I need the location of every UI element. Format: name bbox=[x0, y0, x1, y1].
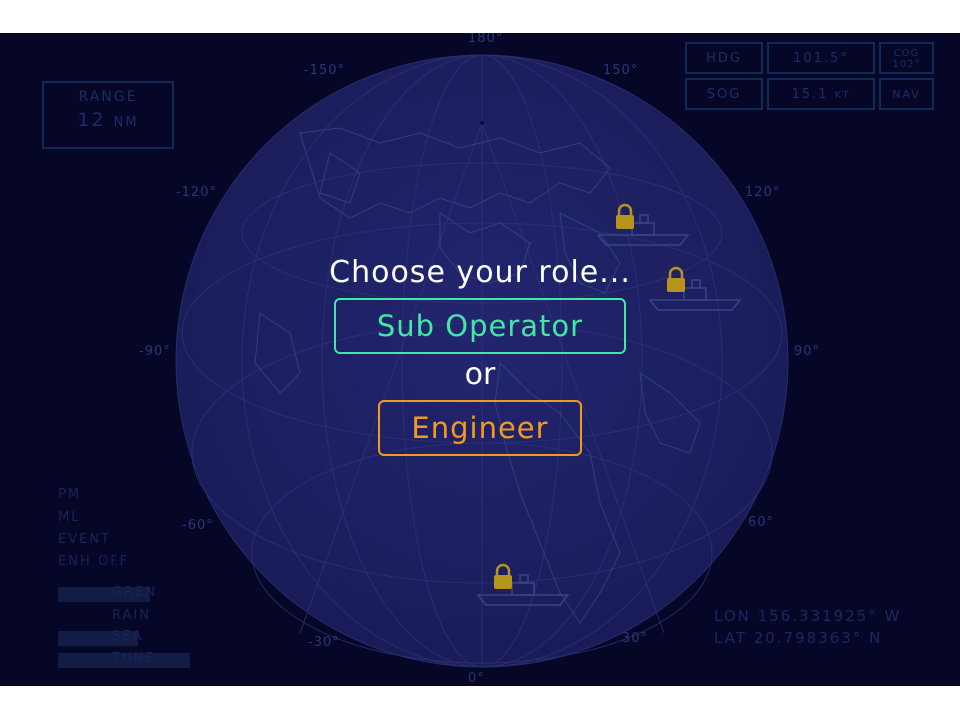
sog-label-box: SOG bbox=[685, 78, 763, 110]
sog-label: SOG bbox=[706, 87, 742, 102]
range-panel: RANGE 12 NM bbox=[42, 81, 174, 149]
nav-button[interactable]: NAV bbox=[879, 78, 934, 110]
angle-label: 0° bbox=[468, 671, 485, 686]
cog-box: COG 102° bbox=[879, 42, 934, 74]
angle-label: 180° bbox=[468, 33, 504, 46]
latitude-readout: LAT 20.798363° N bbox=[714, 629, 883, 647]
angle-label: -150° bbox=[304, 63, 346, 78]
angle-label: 30° bbox=[622, 631, 649, 646]
hdg-value-box: 101.5° bbox=[767, 42, 875, 74]
range-readout: 12 NM bbox=[44, 109, 172, 131]
angle-label: -120° bbox=[176, 185, 218, 200]
nav-label: NAV bbox=[892, 88, 921, 101]
game-screen: RANGE 12 NM HDG 101.5° COG 102° SOG 15.1… bbox=[0, 33, 960, 686]
gren-label: GREN bbox=[112, 585, 158, 600]
side-menu-item[interactable]: PM bbox=[58, 487, 81, 502]
hdg-value: 101.5° bbox=[793, 51, 849, 66]
role-prompt-title: Choose your role... bbox=[329, 255, 631, 290]
rain-label: RAIN bbox=[112, 608, 151, 623]
angle-label: -60° bbox=[182, 518, 214, 533]
cog-value: 102° bbox=[892, 59, 921, 70]
angle-label: -30° bbox=[308, 635, 340, 650]
angle-label: 150° bbox=[603, 63, 639, 78]
or-separator: or bbox=[464, 357, 496, 392]
hdg-label-box: HDG bbox=[685, 42, 763, 74]
range-value: 12 bbox=[77, 109, 106, 131]
tune-label: TUNE bbox=[112, 651, 156, 666]
range-unit: NM bbox=[113, 115, 139, 130]
side-menu-item[interactable]: ENH OFF bbox=[58, 554, 129, 569]
longitude-readout: LON 156.331925° W bbox=[714, 607, 902, 625]
angle-label: 120° bbox=[745, 185, 781, 200]
side-menu-item[interactable]: EVENT bbox=[58, 532, 111, 547]
sea-label: SEA bbox=[112, 629, 144, 644]
side-menu-item[interactable]: ML bbox=[58, 510, 80, 525]
cog-label: COG bbox=[893, 48, 920, 59]
engineer-button[interactable]: Engineer bbox=[378, 400, 582, 456]
hdg-label: HDG bbox=[706, 51, 742, 66]
sog-value: 15.1 bbox=[791, 87, 829, 102]
sog-unit: KT bbox=[834, 90, 851, 101]
angle-label: 60° bbox=[748, 515, 775, 530]
sog-value-box: 15.1 KT bbox=[767, 78, 875, 110]
sub-operator-button[interactable]: Sub Operator bbox=[334, 298, 626, 354]
range-label: RANGE bbox=[78, 89, 138, 105]
